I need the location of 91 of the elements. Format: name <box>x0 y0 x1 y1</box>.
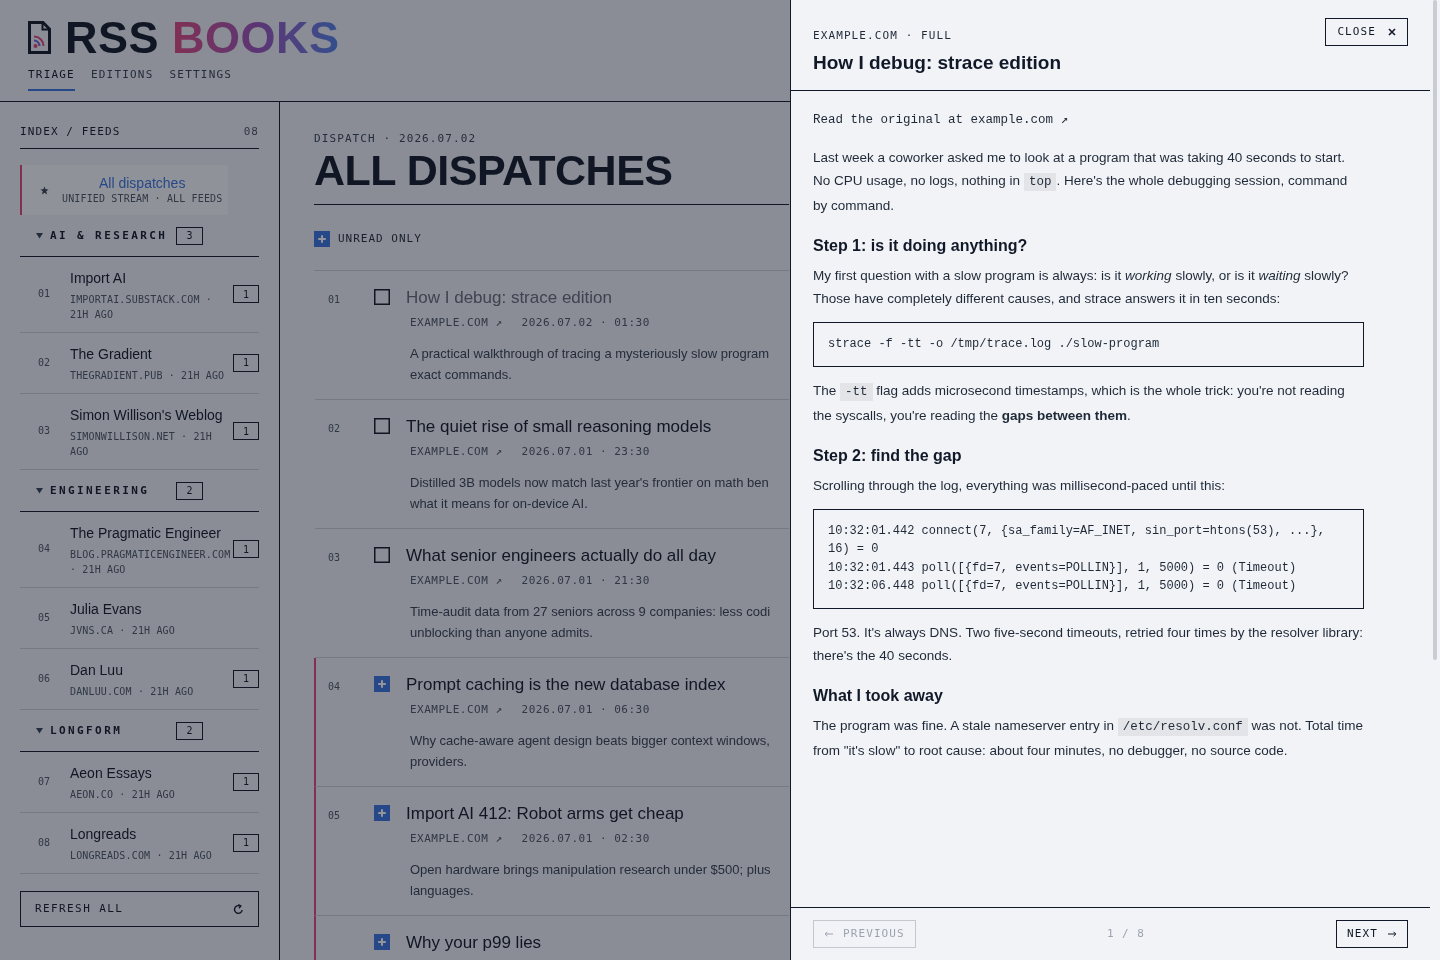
scrollbar-thumb[interactable] <box>1433 0 1437 660</box>
article-paragraph: My first question with a slow program is always: is it working slowly, or is it waiting slowly? Those have completely different causes, and strace answers it in ten seconds: <box>813 267 1350 308</box>
feed-item[interactable]: 01 Import AI IMPORTAI.SUBSTACK.COM · 21H AGO 1 <box>20 257 259 333</box>
item-number: 03 <box>328 551 342 565</box>
feed-item[interactable]: 02 The Gradient THEGRADIENT.PUB · 21H AGO 1 <box>20 333 259 394</box>
nav-tab[interactable]: TRIAGE <box>28 68 75 91</box>
nav-tab[interactable]: EDITIONS <box>90 68 154 91</box>
source-link[interactable]: EXAMPLE.COM ↗ <box>410 574 503 588</box>
dispatch-title[interactable]: Why your p99 lies <box>406 932 542 954</box>
unread-count-badge: 1 <box>233 833 259 852</box>
feed-count-badge: 2 <box>176 481 203 500</box>
source-link[interactable]: EXAMPLE.COM ↗ <box>410 832 503 846</box>
checkbox[interactable] <box>374 676 390 692</box>
publish-time: 2026.07.02 · 01:30 <box>521 316 650 330</box>
original-link[interactable]: Read the original at example.com ↗ <box>813 111 1069 129</box>
article-paragraph: Last week a coworker asked me to look at a program that was taking 40 seconds to start. No CPU usage, no logs, nothing in top . Here's the whole debugging session, command by command. <box>813 149 1349 215</box>
dispatch-title[interactable]: What senior engineers actually do all day <box>406 545 716 567</box>
dispatch-row[interactable]: 01 How I debug: strace edition EXAMPLE.COM ↗ 2026.07.02 · 01:30 A practical walkthrough of tracing a mysteriously slow program exact commands. <box>314 271 789 400</box>
item-number: 05 <box>328 809 342 823</box>
nav-tab[interactable]: SETTINGS <box>169 68 233 91</box>
article-paragraph: The -tt flag adds microsecond timestamps, which is the whole trick: you're not reading the syscalls, you're reading the gaps between them. <box>813 381 1346 425</box>
dispatch-title[interactable]: The quiet rise of small reasoning models <box>406 416 712 438</box>
feed-total: 08 <box>243 124 259 140</box>
rss-document-icon <box>28 20 51 54</box>
item-number: 04 <box>328 680 342 694</box>
checkbox[interactable] <box>314 231 330 247</box>
refresh-icon <box>233 903 244 915</box>
unread-count-badge: 1 <box>233 285 259 303</box>
arrow-right-icon <box>1388 931 1397 937</box>
dispatch-date: DISPATCH · 2026.07.02 <box>314 132 477 146</box>
dispatch-summary: A practical walkthrough of tracing a mysteriously slow program exact commands. <box>409 345 770 384</box>
unread-count-badge: 1 <box>233 422 259 440</box>
article-source: EXAMPLE.COM · FULL <box>813 29 952 43</box>
feed-item[interactable]: 06 Dan Luu DANLUU.COM · 21H AGO 1 <box>20 649 259 710</box>
article-paragraph: Port 53. It's always DNS. Two five-second timeouts, retried four times by the resolver library: there's the 40 seconds. <box>813 623 1364 665</box>
dispatch-summary: Distilled 3B models now match last year's frontier on math ben what it means for on-device AI. <box>409 474 769 513</box>
code-block: 10:32:01.442 connect(7, {sa_family=AF_INET, sin_port=htons(53), ...}, 16) = 0 10:32:01.443 poll([{fd=7, events=POLLIN}], 1, 5000) = 0 (Timeout) 10:32:06.448 poll([{fd=7, events=POLLIN}], 1, 5000) = 0 (Timeout) <box>813 508 1364 609</box>
page-title: ALL DISPATCHES <box>314 148 673 192</box>
source-link[interactable]: EXAMPLE.COM ↗ <box>410 445 503 459</box>
item-number: 01 <box>328 293 342 307</box>
feed-count-badge: 2 <box>176 721 203 740</box>
unread-only-filter[interactable]: UNREAD ONLY <box>314 231 422 247</box>
dispatch-row[interactable]: 03 What senior engineers actually do all day EXAMPLE.COM ↗ 2026.07.01 · 21:30 Time-audit data from 27 seniors across 9 companies: less codi unblocking than anyone admits. <box>314 529 789 658</box>
unread-count-badge: 1 <box>233 540 259 558</box>
publish-time: 2026.07.01 · 02:30 <box>521 832 650 846</box>
star-icon <box>40 185 49 195</box>
feed-item[interactable]: 05 Julia Evans JVNS.CA · 21H AGO <box>20 588 259 649</box>
section-heading: Step 2: find the gap <box>813 445 962 466</box>
checkbox[interactable] <box>374 934 390 950</box>
article-title: How I debug: strace edition <box>813 51 1062 75</box>
feed-item[interactable]: 07 Aeon Essays AEON.CO · 21H AGO 1 <box>20 752 259 813</box>
checkbox[interactable] <box>374 805 390 821</box>
article-paragraph: The program was fine. A stale nameserver entry in /etc/resolv.conf was not. Total time from "it's slow" to root cause: about four minutes, no debugger, no source code. <box>813 716 1364 760</box>
feed-item[interactable]: 03 Simon Willison's Weblog SIMONWILLISON.NET · 21H AGO 1 <box>20 394 259 470</box>
feed-group-header[interactable]: AI & RESEARCH 3 <box>20 215 259 257</box>
close-button[interactable]: CLOSE <box>1325 18 1408 46</box>
dispatch-summary: Time-audit data from 27 seniors across 9 companies: less codi unblocking than anyone admits. <box>409 603 771 642</box>
sidebar-heading: INDEX / FEEDS <box>20 124 121 140</box>
unread-count-badge: 1 <box>233 772 259 791</box>
feed-item[interactable]: 04 The Pragmatic Engineer BLOG.PRAGMATICENGINEER.COM · 21H AGO 1 <box>20 512 259 588</box>
dispatch-summary: Why cache-aware agent design beats bigger context windows, providers. <box>409 732 770 771</box>
page-position: 1 / 8 <box>1106 925 1145 942</box>
source-link[interactable]: EXAMPLE.COM ↗ <box>410 316 503 330</box>
dispatch-title[interactable]: Prompt caching is the new database index <box>406 674 726 696</box>
code-block: strace -f -tt -o /tmp/trace.log ./slow-program <box>813 322 1364 367</box>
checkbox[interactable] <box>374 289 390 305</box>
refresh-all-button[interactable]: REFRESH ALL <box>20 891 259 927</box>
arrow-left-icon <box>824 931 833 937</box>
publish-time: 2026.07.01 · 23:30 <box>521 445 650 459</box>
unread-count-badge: 1 <box>233 353 259 372</box>
section-heading: What I took away <box>813 685 943 706</box>
dispatch-row[interactable]: 02 The quiet rise of small reasoning models EXAMPLE.COM ↗ 2026.07.01 · 23:30 Distilled 3B models now match last year's frontier on math ben what it means for on-device AI. <box>314 400 789 529</box>
item-number: 02 <box>328 422 342 436</box>
source-link[interactable]: EXAMPLE.COM ↗ <box>410 703 503 717</box>
checkbox[interactable] <box>374 418 390 434</box>
checkbox[interactable] <box>374 547 390 563</box>
article-paragraph: Scrolling through the log, everything was millisecond-paced until this: <box>813 476 1226 495</box>
publish-time: 2026.07.01 · 21:30 <box>521 574 650 588</box>
feed-count-badge: 3 <box>176 226 203 245</box>
section-heading: Step 1: is it doing anything? <box>813 236 1028 256</box>
dispatch-title[interactable]: Import AI 412: Robot arms get cheap <box>406 803 684 825</box>
feed-group-header[interactable]: LONGFORM 2 <box>20 710 259 752</box>
publish-time: 2026.07.01 · 06:30 <box>521 703 650 717</box>
dispatch-title[interactable]: How I debug: strace edition <box>406 287 612 309</box>
all-dispatches-item[interactable]: All dispatches UNIFIED STREAM · ALL FEEDS <box>20 165 228 215</box>
next-button[interactable]: NEXT <box>1336 920 1408 948</box>
feed-group-header[interactable]: ENGINEERING 2 <box>20 470 259 512</box>
unread-count-badge: 1 <box>233 669 259 688</box>
close-icon <box>1388 28 1396 36</box>
dispatch-summary: Open hardware brings manipulation research under $500; plus languages. <box>409 861 771 900</box>
feed-item[interactable]: 08 Longreads LONGREADS.COM · 21H AGO 1 <box>20 813 259 874</box>
